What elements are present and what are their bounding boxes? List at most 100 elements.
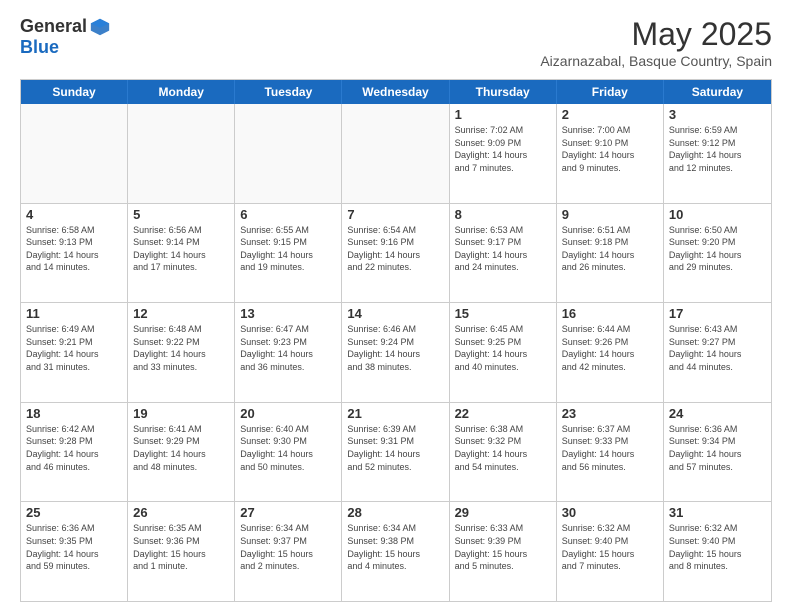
cell-info: Sunrise: 6:34 AM Sunset: 9:37 PM Dayligh… xyxy=(240,522,336,572)
weekday-monday: Monday xyxy=(128,80,235,104)
cell-date: 12 xyxy=(133,306,229,321)
cell-date: 15 xyxy=(455,306,551,321)
cell-date: 16 xyxy=(562,306,658,321)
calendar-cell-2-5: 8Sunrise: 6:53 AM Sunset: 9:17 PM Daylig… xyxy=(450,204,557,303)
cell-info: Sunrise: 6:33 AM Sunset: 9:39 PM Dayligh… xyxy=(455,522,551,572)
cell-info: Sunrise: 7:00 AM Sunset: 9:10 PM Dayligh… xyxy=(562,124,658,174)
cell-info: Sunrise: 6:59 AM Sunset: 9:12 PM Dayligh… xyxy=(669,124,766,174)
cell-info: Sunrise: 6:49 AM Sunset: 9:21 PM Dayligh… xyxy=(26,323,122,373)
cell-info: Sunrise: 6:47 AM Sunset: 9:23 PM Dayligh… xyxy=(240,323,336,373)
weekday-saturday: Saturday xyxy=(664,80,771,104)
cell-date: 14 xyxy=(347,306,443,321)
calendar-cell-5-6: 30Sunrise: 6:32 AM Sunset: 9:40 PM Dayli… xyxy=(557,502,664,601)
calendar-cell-3-1: 11Sunrise: 6:49 AM Sunset: 9:21 PM Dayli… xyxy=(21,303,128,402)
calendar-cell-5-4: 28Sunrise: 6:34 AM Sunset: 9:38 PM Dayli… xyxy=(342,502,449,601)
cell-info: Sunrise: 6:44 AM Sunset: 9:26 PM Dayligh… xyxy=(562,323,658,373)
cell-date: 25 xyxy=(26,505,122,520)
weekday-sunday: Sunday xyxy=(21,80,128,104)
cell-info: Sunrise: 6:48 AM Sunset: 9:22 PM Dayligh… xyxy=(133,323,229,373)
calendar-row-1: 1Sunrise: 7:02 AM Sunset: 9:09 PM Daylig… xyxy=(21,104,771,204)
cell-date: 29 xyxy=(455,505,551,520)
cell-date: 24 xyxy=(669,406,766,421)
calendar-cell-4-4: 21 Sunrise: 6:39 AM Sunset: 9:31 PM Dayli… xyxy=(342,403,449,502)
calendar-cell-1-4 xyxy=(342,104,449,203)
cell-info: Sunrise: 6:34 AM Sunset: 9:38 PM Dayligh… xyxy=(347,522,443,572)
cell-info: Sunrise: 6:51 AM Sunset: 9:18 PM Dayligh… xyxy=(562,224,658,274)
calendar-cell-2-3: 6 Sunrise: 6:55 AM Sunset: 9:15 PM Daylig… xyxy=(235,204,342,303)
calendar-cell-2-1: 4 Sunrise: 6:58 AM Sunset: 9:13 PM Daylig… xyxy=(21,204,128,303)
calendar-cell-5-2: 26Sunrise: 6:35 AM Sunset: 9:36 PM Dayli… xyxy=(128,502,235,601)
location-title: Aizarnazabal, Basque Country, Spain xyxy=(540,53,772,69)
cell-date: 10 xyxy=(669,207,766,222)
cell-info: Sunrise: 6:55 AM Sunset: 9:15 PM Dayligh… xyxy=(240,224,336,274)
cell-date: 21 xyxy=(347,406,443,421)
cell-date: 5 xyxy=(133,207,229,222)
cell-info: Sunrise: 6:39 AM Sunset: 9:31 PM Dayligh… xyxy=(347,423,443,473)
calendar-cell-3-3: 13Sunrise: 6:47 AM Sunset: 9:23 PM Dayli… xyxy=(235,303,342,402)
cell-info: Sunrise: 6:38 AM Sunset: 9:32 PM Dayligh… xyxy=(455,423,551,473)
calendar-row-4: 18Sunrise: 6:42 AM Sunset: 9:28 PM Dayli… xyxy=(21,403,771,503)
cell-info: Sunrise: 6:35 AM Sunset: 9:36 PM Dayligh… xyxy=(133,522,229,572)
logo-general: General xyxy=(20,17,87,37)
cell-date: 3 xyxy=(669,107,766,122)
calendar-cell-1-2 xyxy=(128,104,235,203)
calendar-body: 1Sunrise: 7:02 AM Sunset: 9:09 PM Daylig… xyxy=(21,104,771,601)
calendar-cell-4-1: 18Sunrise: 6:42 AM Sunset: 9:28 PM Dayli… xyxy=(21,403,128,502)
calendar-cell-3-5: 15Sunrise: 6:45 AM Sunset: 9:25 PM Dayli… xyxy=(450,303,557,402)
calendar-row-5: 25 Sunrise: 6:36 AM Sunset: 9:35 PM Dayli… xyxy=(21,502,771,601)
calendar-cell-5-5: 29 Sunrise: 6:33 AM Sunset: 9:39 PM Dayli… xyxy=(450,502,557,601)
calendar-cell-3-7: 17Sunrise: 6:43 AM Sunset: 9:27 PM Dayli… xyxy=(664,303,771,402)
logo-icon xyxy=(89,16,111,38)
calendar-cell-1-6: 2 Sunrise: 7:00 AM Sunset: 9:10 PM Daylig… xyxy=(557,104,664,203)
calendar-cell-1-7: 3 Sunrise: 6:59 AM Sunset: 9:12 PM Daylig… xyxy=(664,104,771,203)
calendar-cell-2-4: 7 Sunrise: 6:54 AM Sunset: 9:16 PM Daylig… xyxy=(342,204,449,303)
title-block: May 2025 Aizarnazabal, Basque Country, S… xyxy=(540,16,772,69)
cell-date: 23 xyxy=(562,406,658,421)
cell-info: Sunrise: 6:32 AM Sunset: 9:40 PM Dayligh… xyxy=(669,522,766,572)
cell-info: Sunrise: 6:54 AM Sunset: 9:16 PM Dayligh… xyxy=(347,224,443,274)
cell-info: Sunrise: 6:40 AM Sunset: 9:30 PM Dayligh… xyxy=(240,423,336,473)
weekday-tuesday: Tuesday xyxy=(235,80,342,104)
calendar-cell-2-6: 9 Sunrise: 6:51 AM Sunset: 9:18 PM Daylig… xyxy=(557,204,664,303)
cell-info: Sunrise: 6:42 AM Sunset: 9:28 PM Dayligh… xyxy=(26,423,122,473)
cell-info: Sunrise: 7:02 AM Sunset: 9:09 PM Dayligh… xyxy=(455,124,551,174)
cell-date: 30 xyxy=(562,505,658,520)
calendar-cell-2-2: 5 Sunrise: 6:56 AM Sunset: 9:14 PM Daylig… xyxy=(128,204,235,303)
calendar-cell-4-3: 20 Sunrise: 6:40 AM Sunset: 9:30 PM Dayli… xyxy=(235,403,342,502)
cell-info: Sunrise: 6:46 AM Sunset: 9:24 PM Dayligh… xyxy=(347,323,443,373)
cell-date: 2 xyxy=(562,107,658,122)
weekday-wednesday: Wednesday xyxy=(342,80,449,104)
calendar: Sunday Monday Tuesday Wednesday Thursday… xyxy=(20,79,772,602)
calendar-cell-4-5: 22 Sunrise: 6:38 AM Sunset: 9:32 PM Dayli… xyxy=(450,403,557,502)
calendar-cell-5-7: 31Sunrise: 6:32 AM Sunset: 9:40 PM Dayli… xyxy=(664,502,771,601)
calendar-cell-5-3: 27Sunrise: 6:34 AM Sunset: 9:37 PM Dayli… xyxy=(235,502,342,601)
cell-date: 22 xyxy=(455,406,551,421)
cell-info: Sunrise: 6:36 AM Sunset: 9:34 PM Dayligh… xyxy=(669,423,766,473)
calendar-cell-3-4: 14 Sunrise: 6:46 AM Sunset: 9:24 PM Dayli… xyxy=(342,303,449,402)
calendar-cell-1-1 xyxy=(21,104,128,203)
cell-info: Sunrise: 6:56 AM Sunset: 9:14 PM Dayligh… xyxy=(133,224,229,274)
calendar-cell-1-3 xyxy=(235,104,342,203)
calendar-cell-2-7: 10 Sunrise: 6:50 AM Sunset: 9:20 PM Dayli… xyxy=(664,204,771,303)
calendar-cell-4-6: 23Sunrise: 6:37 AM Sunset: 9:33 PM Dayli… xyxy=(557,403,664,502)
calendar-header: Sunday Monday Tuesday Wednesday Thursday… xyxy=(21,80,771,104)
month-title: May 2025 xyxy=(540,16,772,53)
calendar-cell-3-6: 16 Sunrise: 6:44 AM Sunset: 9:26 PM Dayli… xyxy=(557,303,664,402)
cell-date: 7 xyxy=(347,207,443,222)
page-header: General Blue May 2025 Aizarnazabal, Basq… xyxy=(20,16,772,69)
cell-date: 17 xyxy=(669,306,766,321)
cell-info: Sunrise: 6:58 AM Sunset: 9:13 PM Dayligh… xyxy=(26,224,122,274)
logo: General Blue xyxy=(20,16,111,58)
cell-date: 19 xyxy=(133,406,229,421)
cell-date: 8 xyxy=(455,207,551,222)
cell-date: 4 xyxy=(26,207,122,222)
cell-info: Sunrise: 6:36 AM Sunset: 9:35 PM Dayligh… xyxy=(26,522,122,572)
cell-date: 20 xyxy=(240,406,336,421)
cell-date: 9 xyxy=(562,207,658,222)
cell-date: 6 xyxy=(240,207,336,222)
calendar-cell-1-5: 1Sunrise: 7:02 AM Sunset: 9:09 PM Daylig… xyxy=(450,104,557,203)
calendar-row-3: 11Sunrise: 6:49 AM Sunset: 9:21 PM Dayli… xyxy=(21,303,771,403)
weekday-thursday: Thursday xyxy=(450,80,557,104)
calendar-cell-4-7: 24 Sunrise: 6:36 AM Sunset: 9:34 PM Dayli… xyxy=(664,403,771,502)
cell-info: Sunrise: 6:50 AM Sunset: 9:20 PM Dayligh… xyxy=(669,224,766,274)
